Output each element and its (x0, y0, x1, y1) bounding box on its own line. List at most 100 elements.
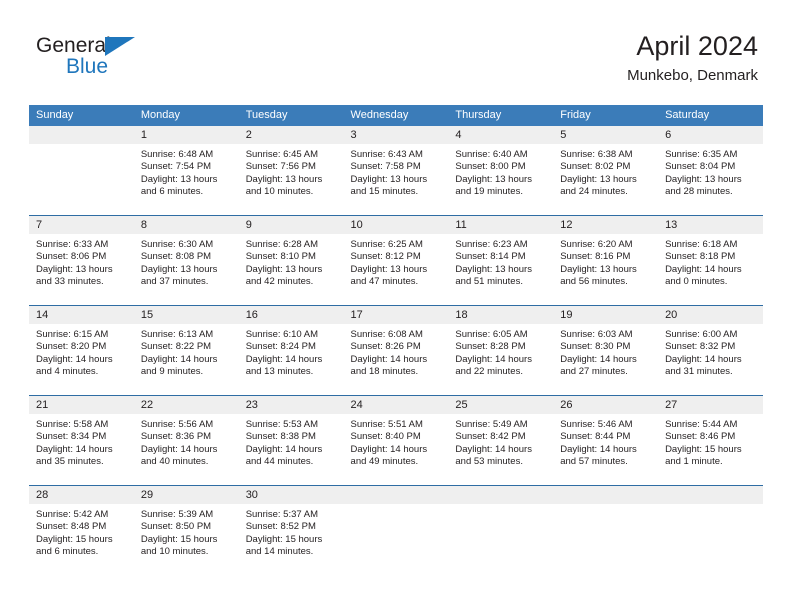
day-number: 17 (343, 306, 449, 324)
calendar-week-row: 7 Sunrise: 6:33 AM Sunset: 8:06 PM Daylight… (29, 215, 763, 306)
day-number: 2 (238, 126, 344, 144)
sunset-time: Sunset: 7:58 PM (350, 161, 421, 173)
daylight-duration-line1: Daylight: 14 hours (36, 443, 113, 455)
sunset-time: Sunset: 8:30 PM (560, 341, 631, 353)
calendar-day-cell[interactable]: 24 Sunrise: 5:51 AM Sunset: 8:40 PM Dayligh… (343, 395, 449, 486)
sunrise-time: Sunrise: 6:00 AM (665, 329, 738, 340)
sunrise-time: Sunrise: 6:03 AM (560, 329, 633, 340)
general-blue-logo[interactable]: General Blue (36, 34, 166, 86)
calendar-day-cell[interactable]: 22 Sunrise: 5:56 AM Sunset: 8:36 PM Dayligh… (133, 395, 239, 486)
calendar-day-cell[interactable]: 17 Sunrise: 6:08 AM Sunset: 8:26 PM Dayligh… (343, 305, 449, 396)
calendar-day-cell[interactable]: 5 Sunrise: 6:38 AM Sunset: 8:02 PM Daylight… (553, 126, 659, 216)
day-details: Sunrise: 6:30 AM Sunset: 8:08 PM Daylight:… (134, 234, 239, 289)
calendar-day-cell[interactable]: 23 Sunrise: 5:53 AM Sunset: 8:38 PM Dayligh… (238, 395, 344, 486)
day-details: Sunrise: 6:40 AM Sunset: 8:00 PM Daylight:… (448, 144, 553, 199)
weekday-header-tuesday: Tuesday (238, 105, 344, 126)
daylight-duration-line1: Daylight: 13 hours (245, 173, 323, 185)
day-details: Sunrise: 6:48 AM Sunset: 7:54 PM Daylight:… (134, 144, 239, 199)
calendar-day-cell[interactable]: 13 Sunrise: 6:18 AM Sunset: 8:18 PM Dayligh… (658, 215, 763, 306)
calendar-header-row: Sunday Monday Tuesday Wednesday Thursday… (29, 105, 763, 126)
calendar-day-cell[interactable]: 20 Sunrise: 6:00 AM Sunset: 8:32 PM Dayligh… (658, 305, 763, 396)
daylight-duration-line2: and 18 minutes. (350, 366, 419, 378)
day-details: Sunrise: 6:18 AM Sunset: 8:18 PM Daylight:… (658, 234, 763, 289)
calendar-day-cell[interactable]: 12 Sunrise: 6:20 AM Sunset: 8:16 PM Dayligh… (553, 215, 659, 306)
calendar-day-cell[interactable]: 7 Sunrise: 6:33 AM Sunset: 8:06 PM Daylight… (29, 215, 134, 306)
day-details: Sunrise: 5:44 AM Sunset: 8:46 PM Daylight:… (658, 414, 763, 469)
daylight-duration-line1: Daylight: 15 hours (36, 533, 113, 545)
calendar-day-cell[interactable]: 29 Sunrise: 5:39 AM Sunset: 8:50 PM Dayligh… (133, 485, 239, 575)
day-cell-content: 12 Sunrise: 6:20 AM Sunset: 8:16 PM Dayligh… (553, 216, 659, 305)
sunrise-time: Sunrise: 5:51 AM (350, 419, 423, 430)
day-details: Sunrise: 5:37 AM Sunset: 8:52 PM Daylight:… (239, 504, 344, 559)
sunset-time: Sunset: 8:20 PM (36, 341, 107, 353)
calendar-page: General Blue April 2024 Munkebo, Denmark… (0, 0, 792, 612)
calendar-day-cell[interactable]: 15 Sunrise: 6:13 AM Sunset: 8:22 PM Dayligh… (133, 305, 239, 396)
calendar-day-cell[interactable]: 18 Sunrise: 6:05 AM Sunset: 8:28 PM Dayligh… (448, 305, 554, 396)
calendar-day-cell[interactable]: 8 Sunrise: 6:30 AM Sunset: 8:08 PM Daylight… (133, 215, 239, 306)
calendar-day-cell[interactable]: 2 Sunrise: 6:45 AM Sunset: 7:56 PM Daylight… (238, 126, 344, 216)
calendar-day-cell[interactable]: 11 Sunrise: 6:23 AM Sunset: 8:14 PM Dayligh… (448, 215, 554, 306)
day-details: Sunrise: 6:20 AM Sunset: 8:16 PM Daylight:… (553, 234, 658, 289)
calendar-day-cell[interactable]: 16 Sunrise: 6:10 AM Sunset: 8:24 PM Dayligh… (238, 305, 344, 396)
daylight-duration-line2: and 15 minutes. (350, 186, 419, 198)
calendar-day-cell-empty (343, 485, 449, 575)
calendar-day-cell[interactable]: 26 Sunrise: 5:46 AM Sunset: 8:44 PM Dayligh… (553, 395, 659, 486)
daylight-duration-line2: and 44 minutes. (245, 456, 314, 468)
daylight-duration-line1: Daylight: 13 hours (455, 173, 532, 185)
location-subtitle: Munkebo, Denmark (627, 67, 758, 84)
day-cell-content: 18 Sunrise: 6:05 AM Sunset: 8:28 PM Dayligh… (448, 306, 554, 395)
sunset-time: Sunset: 8:16 PM (560, 251, 631, 263)
calendar-day-cell[interactable]: 30 Sunrise: 5:37 AM Sunset: 8:52 PM Dayligh… (238, 485, 344, 575)
weekday-header-friday: Friday (553, 105, 659, 126)
day-details: Sunrise: 6:25 AM Sunset: 8:12 PM Daylight:… (344, 234, 449, 289)
calendar-day-cell-empty (29, 126, 134, 216)
day-number: 20 (658, 306, 763, 324)
calendar-day-cell[interactable]: 19 Sunrise: 6:03 AM Sunset: 8:30 PM Dayligh… (553, 305, 659, 396)
sunrise-time: Sunrise: 6:43 AM (350, 149, 423, 160)
sunrise-time: Sunrise: 5:56 AM (140, 419, 214, 430)
daylight-duration-line1: Daylight: 14 hours (665, 353, 742, 365)
calendar-day-cell[interactable]: 25 Sunrise: 5:49 AM Sunset: 8:42 PM Dayligh… (448, 395, 554, 486)
daylight-duration-line2: and 9 minutes. (140, 366, 204, 378)
day-cell-content: 27 Sunrise: 5:44 AM Sunset: 8:46 PM Dayligh… (658, 396, 763, 485)
calendar-day-cell[interactable]: 14 Sunrise: 6:15 AM Sunset: 8:20 PM Dayligh… (29, 305, 134, 396)
day-cell-content (553, 486, 659, 575)
calendar-week-row: 28 Sunrise: 5:42 AM Sunset: 8:48 PM Dayligh… (29, 485, 763, 575)
day-number: 25 (448, 396, 554, 414)
weekday-header-sunday: Sunday (29, 105, 134, 126)
sunrise-time: Sunrise: 5:39 AM (140, 509, 214, 520)
day-details: Sunrise: 5:51 AM Sunset: 8:40 PM Daylight:… (344, 414, 449, 469)
daylight-duration-line1: Daylight: 13 hours (36, 263, 113, 275)
sunset-time: Sunset: 8:46 PM (665, 431, 736, 443)
day-number: 26 (553, 396, 659, 414)
calendar-day-cell[interactable]: 10 Sunrise: 6:25 AM Sunset: 8:12 PM Dayligh… (343, 215, 449, 306)
calendar-day-cell[interactable]: 6 Sunrise: 6:35 AM Sunset: 8:04 PM Daylight… (658, 126, 763, 216)
daylight-duration-line1: Daylight: 14 hours (665, 263, 742, 275)
daylight-duration-line1: Daylight: 14 hours (245, 443, 323, 455)
sunset-time: Sunset: 8:52 PM (245, 521, 316, 533)
daylight-duration-line2: and 19 minutes. (455, 186, 523, 198)
daylight-duration-line1: Daylight: 15 hours (665, 443, 742, 455)
sunset-time: Sunset: 8:00 PM (455, 161, 526, 173)
calendar-day-cell[interactable]: 4 Sunrise: 6:40 AM Sunset: 8:00 PM Daylight… (448, 126, 554, 216)
calendar-day-cell[interactable]: 3 Sunrise: 6:43 AM Sunset: 7:58 PM Daylight… (343, 126, 449, 216)
calendar-day-cell[interactable]: 1 Sunrise: 6:48 AM Sunset: 7:54 PM Daylight… (133, 126, 239, 216)
sunset-time: Sunset: 8:28 PM (455, 341, 526, 353)
daylight-duration-line2: and 14 minutes. (245, 546, 314, 558)
calendar-week-row: 1 Sunrise: 6:48 AM Sunset: 7:54 PM Daylight… (29, 126, 763, 216)
calendar-day-cell[interactable]: 27 Sunrise: 5:44 AM Sunset: 8:46 PM Dayligh… (658, 395, 763, 486)
day-details: Sunrise: 6:03 AM Sunset: 8:30 PM Daylight:… (553, 324, 658, 379)
daylight-duration-line1: Daylight: 14 hours (560, 443, 637, 455)
day-details: Sunrise: 5:53 AM Sunset: 8:38 PM Daylight:… (239, 414, 344, 469)
day-cell-content (658, 486, 763, 575)
day-cell-content: 4 Sunrise: 6:40 AM Sunset: 8:00 PM Daylight… (448, 126, 554, 215)
calendar-day-cell[interactable]: 28 Sunrise: 5:42 AM Sunset: 8:48 PM Dayligh… (29, 485, 134, 575)
sunrise-time: Sunrise: 6:15 AM (36, 329, 109, 340)
day-number (553, 486, 659, 504)
sunset-time: Sunset: 8:06 PM (36, 251, 107, 263)
calendar-day-cell[interactable]: 9 Sunrise: 6:28 AM Sunset: 8:10 PM Daylight… (238, 215, 344, 306)
weekday-header-saturday: Saturday (658, 105, 763, 126)
day-cell-content: 25 Sunrise: 5:49 AM Sunset: 8:42 PM Dayligh… (448, 396, 554, 485)
daylight-duration-line1: Daylight: 14 hours (560, 353, 637, 365)
calendar-day-cell[interactable]: 21 Sunrise: 5:58 AM Sunset: 8:34 PM Dayligh… (29, 395, 134, 486)
